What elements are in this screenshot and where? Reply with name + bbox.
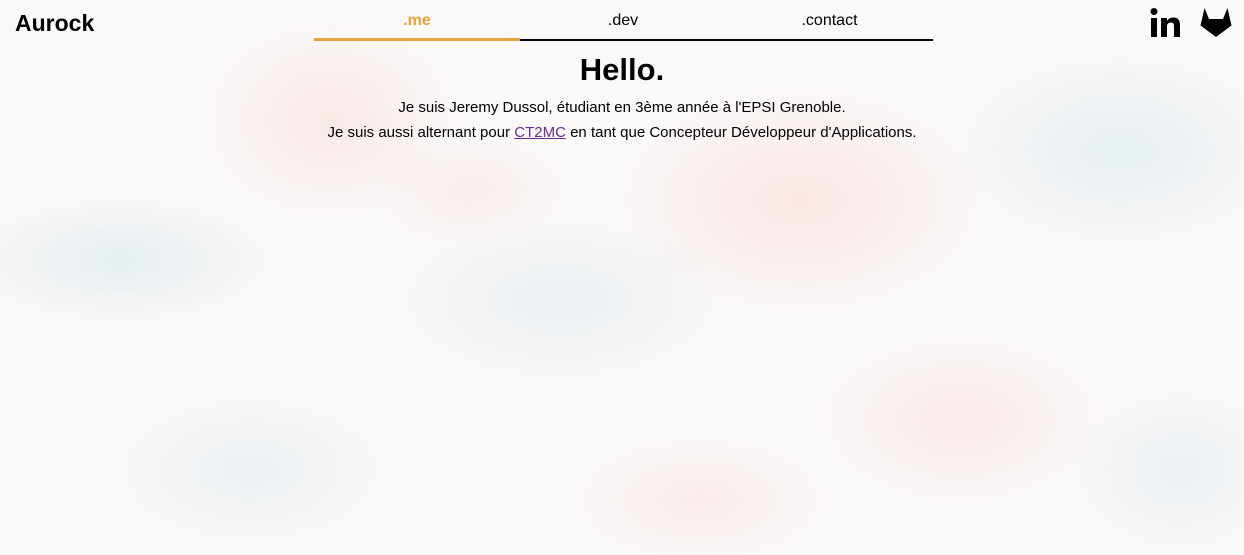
- page-title: Hello.: [579, 52, 665, 87]
- site-logo[interactable]: Aurock: [15, 9, 94, 37]
- nav-tab-me[interactable]: .me: [314, 0, 520, 41]
- intro-text: Je suis Jeremy Dussol, étudiant en 3ème …: [0, 95, 1244, 145]
- main-nav: .me .dev .contact: [314, 0, 933, 41]
- intro-line2-after: en tant que Concepteur Développeur d'App…: [565, 124, 917, 141]
- linkedin-icon[interactable]: [1150, 7, 1181, 38]
- social-links: [1150, 5, 1233, 39]
- intro-line1: Je suis Jeremy Dussol, étudiant en 3ème …: [398, 99, 846, 116]
- nav-tab-contact[interactable]: .contact: [726, 0, 933, 41]
- main-content: Hello. Je suis Jeremy Dussol, étudiant e…: [0, 52, 1244, 145]
- ct2mc-link[interactable]: CT2MC: [514, 124, 566, 141]
- intro-line2-before: Je suis aussi alternant pour: [327, 124, 515, 141]
- gitlab-icon[interactable]: [1199, 5, 1233, 39]
- nav-tab-dev[interactable]: .dev: [520, 0, 726, 41]
